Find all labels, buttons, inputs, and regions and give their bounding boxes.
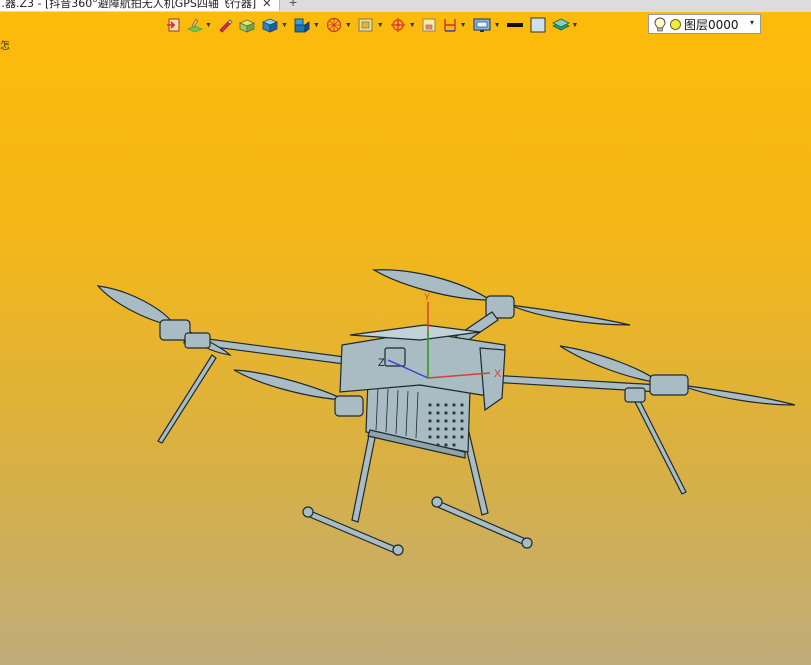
layer-name: 图层0000 — [684, 17, 739, 32]
view-cube-button[interactable]: ▼ — [293, 17, 320, 33]
propeller-blade — [233, 369, 346, 401]
axis-label-y: Y — [424, 292, 430, 302]
arm-strut — [632, 394, 687, 495]
frame-icon — [358, 18, 373, 32]
dropdown-arrow-icon[interactable]: ▼ — [313, 22, 320, 29]
exit-sketch-button[interactable] — [166, 17, 182, 33]
motor — [649, 374, 689, 396]
layer-color-icon[interactable] — [670, 18, 681, 30]
target-icon — [390, 18, 405, 32]
lightbulb-icon[interactable] — [654, 17, 666, 32]
axis-label-x: X — [494, 368, 502, 380]
shaded-box-icon — [261, 18, 278, 33]
propeller-blade — [559, 345, 662, 384]
exit-sketch-icon — [167, 18, 180, 32]
frame-button[interactable]: ▼ — [357, 17, 384, 33]
fill-color-button[interactable] — [529, 17, 547, 33]
sketch-plane-button[interactable]: ▼ — [187, 17, 212, 33]
pencil-icon — [219, 19, 233, 33]
wheel-icon — [326, 17, 341, 33]
square-icon — [422, 18, 436, 32]
skid-end — [392, 544, 404, 556]
new-tab-icon[interactable]: + — [289, 0, 297, 10]
motor-mount — [624, 387, 646, 403]
dropdown-arrow-icon[interactable]: ▼ — [460, 22, 467, 29]
layers-icon — [551, 18, 570, 31]
drone-model[interactable]: X Z Y — [0, 12, 811, 665]
skid-end — [302, 506, 314, 518]
fill-color-icon — [530, 17, 545, 33]
tab-title: …器.Z3 - [抖音360°避障航拍无人机GPS四轴飞行器] — [0, 0, 257, 10]
view-toolbar: ▼ ▼ ▼ ▼ ▼ ▼ ▼ ▼ ▼ — [166, 14, 583, 36]
document-tab[interactable]: …器.Z3 - [抖音360°避障航拍无人机GPS四轴飞行器] ✕ — [0, 0, 281, 11]
pencil-button[interactable] — [217, 17, 233, 33]
document-tabbar: …器.Z3 - [抖音360°避障航拍无人机GPS四轴飞行器] ✕ + — [0, 0, 811, 12]
display-icon — [473, 18, 491, 32]
target-button[interactable]: ▼ — [389, 17, 416, 33]
layers-button[interactable]: ▼ — [551, 17, 579, 33]
shaded-box-button[interactable]: ▼ — [261, 17, 288, 33]
landing-skid — [304, 509, 399, 554]
dropdown-arrow-icon[interactable]: ▼ — [377, 22, 384, 29]
motor-mount — [184, 332, 211, 349]
sketch-plane-icon — [187, 18, 203, 33]
dropdown-arrow-icon[interactable]: ▼ — [494, 22, 501, 29]
3d-viewport[interactable]: 怎 X Z Y — [0, 12, 811, 665]
skid-end — [521, 537, 533, 549]
block-icon — [238, 19, 255, 33]
layer-select[interactable]: 图层0000 ▾ — [648, 14, 761, 34]
skid-end — [431, 496, 443, 508]
dropdown-arrow-icon[interactable]: ▼ — [572, 22, 579, 29]
motor — [334, 395, 364, 417]
close-tab-icon[interactable]: ✕ — [262, 0, 271, 10]
propeller-blade — [509, 304, 631, 326]
view-cube-icon — [294, 18, 310, 33]
dropdown-arrow-icon[interactable]: ▼ — [205, 22, 212, 29]
block-button[interactable] — [238, 17, 256, 33]
chevron-down-icon[interactable]: ▾ — [750, 18, 754, 27]
measure-icon — [443, 19, 456, 32]
measure-button[interactable]: ▼ — [442, 17, 467, 33]
propeller-blade — [679, 384, 796, 406]
dropdown-arrow-icon[interactable]: ▼ — [345, 22, 352, 29]
line-color-button[interactable] — [506, 17, 524, 33]
display-button[interactable]: ▼ — [472, 17, 501, 33]
line-color-icon — [506, 23, 523, 27]
propeller-blade — [371, 269, 492, 301]
axis-label-z: Z — [378, 357, 385, 369]
dropdown-arrow-icon[interactable]: ▼ — [281, 22, 288, 29]
wheel-button[interactable]: ▼ — [325, 17, 352, 33]
dropdown-arrow-icon[interactable]: ▼ — [409, 22, 416, 29]
arm-strut — [157, 354, 217, 444]
square-button[interactable] — [421, 17, 437, 33]
